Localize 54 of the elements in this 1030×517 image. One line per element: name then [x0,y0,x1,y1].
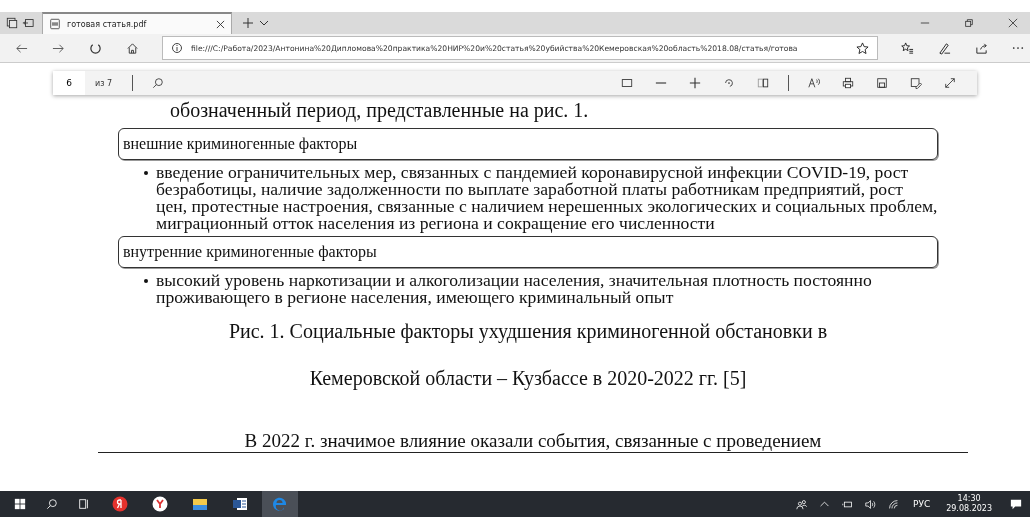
figure-caption: Кемеровской области – Кузбассе в 2020-2022 гг. [5] [308,367,748,390]
speaker-icon[interactable] [865,498,876,510]
page-layout-icon[interactable] [757,77,769,89]
tab-list-icon[interactable] [6,17,18,29]
word-icon [232,496,248,512]
browser-tab[interactable]: готовая статья.pdf [42,12,232,34]
battery-icon[interactable] [842,498,853,510]
zoom-in-icon[interactable] [689,77,701,89]
bullet-icon [144,171,148,175]
bullet-text: введение ограничительных мер, связанных с пандемией коронавирусной инфекции COVID-19, рост безработицы, наличие задолженности по выплате заработной платы работникам предприятий, рост цен, протестные настроения, связанные с наличием нерешенных экологических и социальных проблем, миграционный отток населения из региона и сокращение его численности [156,164,938,232]
bullet-icon [144,279,148,283]
notifications-icon[interactable] [1010,498,1022,510]
page-number-field[interactable]: 6 [53,71,85,95]
save-as-icon[interactable] [910,77,922,89]
browser-icon [152,496,168,512]
star-icon[interactable] [856,41,869,55]
task-view-icon[interactable] [78,498,90,510]
read-aloud-icon[interactable] [808,77,820,89]
restore-icon[interactable] [964,18,974,28]
clock-time[interactable]: 14:30 [957,494,981,504]
windows-start-icon[interactable] [14,498,26,510]
yandex-letter-icon [112,496,128,512]
folder-icon [192,496,208,512]
home-icon[interactable] [126,41,139,55]
language-indicator[interactable]: РУС [913,499,931,509]
factor-heading: внутренние криминогенные факторы [118,236,938,268]
edge-icon [272,496,288,512]
page-count: из 7 [95,78,113,88]
new-tab-icon[interactable] [242,17,254,29]
pdf-icon [49,18,61,30]
fullscreen-icon[interactable] [944,77,956,89]
search-icon[interactable] [46,498,58,510]
fit-page-icon[interactable] [621,77,633,89]
save-icon[interactable] [876,77,888,89]
share-icon[interactable] [975,41,988,55]
paragraph-text: обозначенный период, представленные на рис. 1. [170,99,590,122]
more-icon[interactable] [1012,46,1024,50]
info-icon [171,42,183,54]
factor-heading: внешние криминогенные факторы [118,128,938,160]
people-icon[interactable] [796,498,807,510]
refresh-icon[interactable] [89,41,102,55]
pen-icon[interactable] [938,41,951,55]
clock-date[interactable]: 29.08.2023 [946,504,992,514]
set-aside-tabs-icon[interactable] [22,17,34,29]
bullet-text: высокий уровень наркотизации и алкоголизации населения, значительная плотность постоянно проживающего в регионе населения, имеющего криминальный опыт [156,272,873,306]
search-icon[interactable] [152,77,165,89]
figure-caption: Рис. 1. Социальные факторы ухудшения криминогенной обстановки в [227,320,829,343]
favorites-icon[interactable] [901,41,914,55]
rotate-icon[interactable] [723,77,735,89]
close-icon[interactable] [216,19,225,29]
print-icon[interactable] [842,77,854,89]
close-icon[interactable] [1008,18,1018,28]
paragraph-text: В 2022 г. значимое влияние оказали события, связанные с проведением [244,430,822,452]
wifi-icon[interactable] [888,498,899,510]
